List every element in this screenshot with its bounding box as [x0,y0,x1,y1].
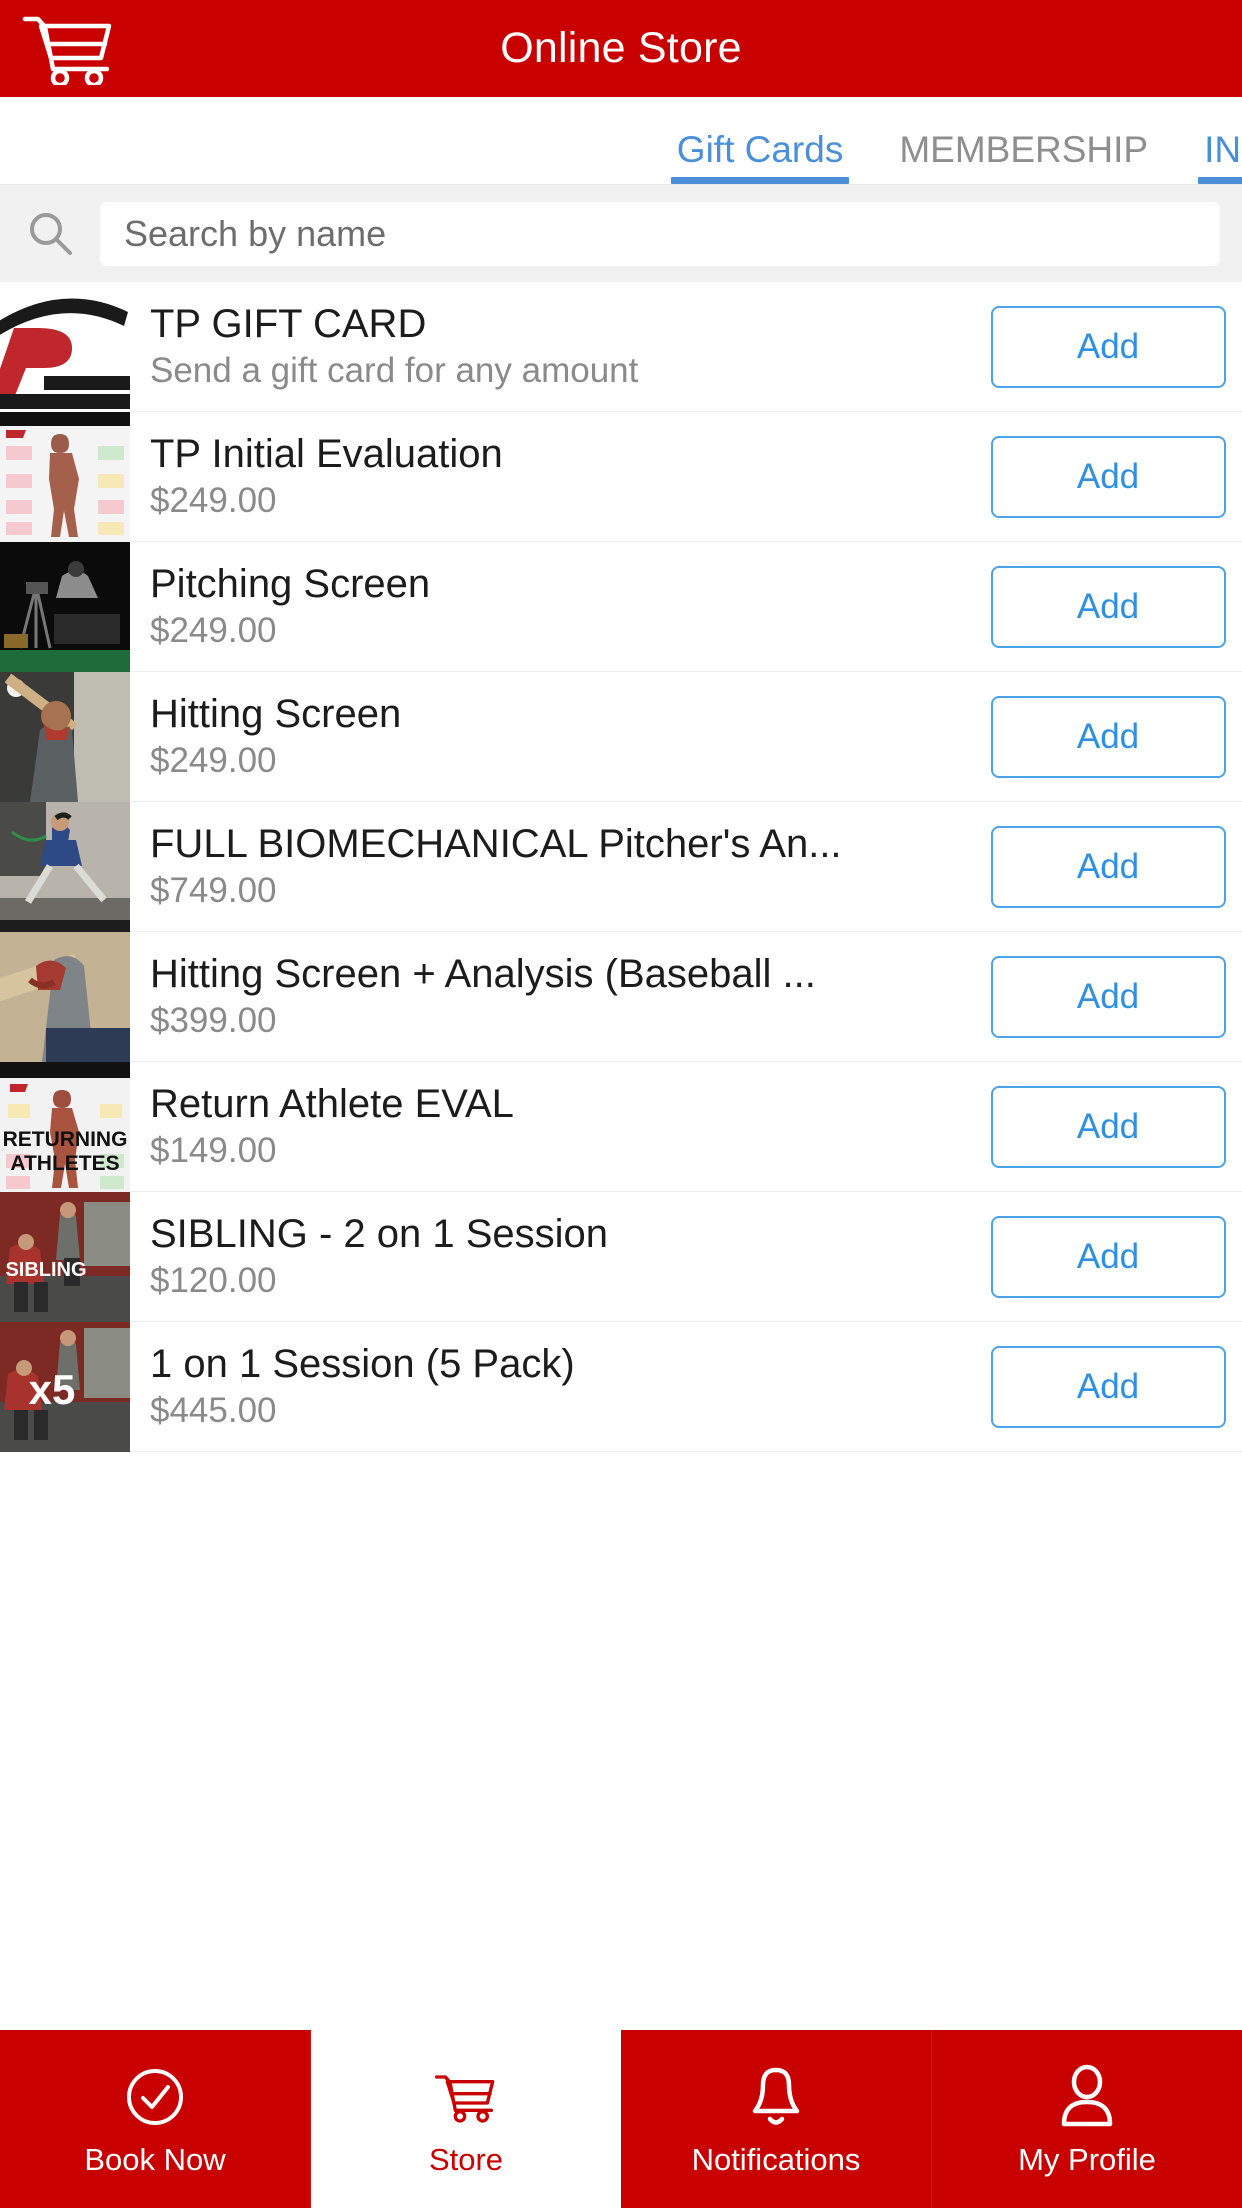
product-action: Add [974,542,1242,671]
nav-item-book-now[interactable]: Book Now [0,2030,311,2208]
product-subtitle: $445.00 [150,1392,277,1430]
cart-button[interactable] [14,12,124,90]
add-button[interactable]: Add [990,825,1226,908]
product-title: Hitting Screen [150,693,402,736]
list-item[interactable]: Pitching Screen $249.00 Add [0,542,1242,672]
product-title: TP Initial Evaluation [150,433,503,476]
add-button[interactable]: Add [990,565,1226,648]
product-info: TP Initial Evaluation $249.00 [130,412,974,541]
product-thumbnail [0,932,130,1062]
shopping-cart-icon [434,2064,498,2130]
product-subtitle: $249.00 [150,742,277,780]
product-title: Return Athlete EVAL [150,1083,514,1126]
product-subtitle: $749.00 [150,872,277,910]
product-info: Return Athlete EVAL $149.00 [130,1062,974,1191]
add-button[interactable]: Add [990,955,1226,1038]
tab-initial[interactable]: INIT [1176,131,1242,184]
product-title: FULL BIOMECHANICAL Pitcher's An... [150,823,842,866]
tab-gift-cards[interactable]: Gift Cards [649,131,872,184]
add-button[interactable]: Add [990,1345,1226,1428]
product-action: Add [974,412,1242,541]
shopping-cart-icon [21,13,117,90]
product-thumbnail: x5 [0,1322,130,1452]
product-subtitle: $399.00 [150,1002,277,1040]
add-button[interactable]: Add [990,305,1226,388]
nav-label-store: Store [428,2141,504,2177]
nav-label-my-profile: My Profile [1018,2141,1156,2177]
tab-active-indicator [670,177,850,184]
product-title: Hitting Screen + Analysis (Baseball ... [150,953,816,996]
list-item[interactable]: x5 1 on 1 Session (5 Pack) $445.00 Add [0,1322,1242,1452]
product-action: Add [974,802,1242,931]
svg-text:ATHLETES: ATHLETES [10,1152,119,1175]
svg-text:SIBLING: SIBLING [5,1259,86,1281]
list-item[interactable]: FULL BIOMECHANICAL Pitcher's An... $749.… [0,802,1242,932]
check-circle-icon [123,2064,187,2130]
product-action: Add [974,932,1242,1061]
tab-partial-indicator [1198,177,1242,184]
search-bar [0,185,1242,282]
list-item[interactable]: Hitting Screen $249.00 Add [0,672,1242,802]
list-item[interactable]: TP GIFT CARD Send a gift card for any am… [0,282,1242,412]
product-info: Pitching Screen $249.00 [130,542,974,671]
product-title: 1 on 1 Session (5 Pack) [150,1343,575,1386]
product-subtitle: $149.00 [150,1132,277,1170]
product-thumbnail [0,282,130,412]
nav-label-notifications: Notifications [691,2141,861,2177]
product-title: Pitching Screen [150,563,431,606]
list-item[interactable]: SIBLING SIBLING - 2 on 1 Session $120.00… [0,1192,1242,1322]
list-item[interactable]: Hitting Screen + Analysis (Baseball ... … [0,932,1242,1062]
product-list[interactable]: TP GIFT CARD Send a gift card for any am… [0,282,1242,2208]
svg-text:RETURNING: RETURNING [3,1128,128,1151]
list-item[interactable]: TP Initial Evaluation $249.00 Add [0,412,1242,542]
product-action: Add [974,672,1242,801]
product-thumbnail: SIBLING [0,1192,130,1322]
search-input[interactable] [100,201,1220,266]
add-button[interactable]: Add [990,1085,1226,1168]
product-action: Add [974,1192,1242,1321]
product-action: Add [974,1062,1242,1191]
product-action: Add [974,1322,1242,1451]
product-title: TP GIFT CARD [150,303,427,346]
add-button[interactable]: Add [990,1215,1226,1298]
product-info: FULL BIOMECHANICAL Pitcher's An... $749.… [130,802,974,931]
bottom-navigation: Book Now Store Notifications My Profile [0,2030,1242,2208]
product-thumbnail [0,802,130,932]
nav-label-book-now: Book Now [84,2141,226,2177]
tab-membership-label: MEMBERSHIP [899,129,1149,170]
product-thumbnail [0,412,130,542]
add-button[interactable]: Add [990,435,1226,518]
product-thumbnail: RETURNING ATHLETES [0,1062,130,1192]
product-thumbnail [0,542,130,672]
nav-item-store[interactable]: Store [311,2030,621,2208]
category-tabbar[interactable]: Gift Cards MEMBERSHIP INIT [0,97,1242,185]
product-info: Hitting Screen $249.00 [130,672,974,801]
search-icon [0,208,100,260]
product-action: Add [974,282,1242,411]
product-info: 1 on 1 Session (5 Pack) $445.00 [130,1322,974,1451]
tab-gift-cards-label: Gift Cards [676,129,844,170]
list-item[interactable]: RETURNING ATHLETES Return Athlete EVAL $… [0,1062,1242,1192]
product-title: SIBLING - 2 on 1 Session [150,1213,609,1256]
product-thumbnail [0,672,130,802]
person-icon [1057,2064,1117,2130]
add-button[interactable]: Add [990,695,1226,778]
tab-membership[interactable]: MEMBERSHIP [871,131,1176,184]
page-title: Online Store [500,24,742,72]
tab-initial-label: INIT [1204,129,1242,170]
product-subtitle: $249.00 [150,612,277,650]
tab-inactive-indicator [893,177,1154,184]
bell-icon [746,2064,806,2130]
nav-item-notifications[interactable]: Notifications [621,2030,932,2208]
product-info: TP GIFT CARD Send a gift card for any am… [130,282,974,411]
product-subtitle: $249.00 [150,482,277,520]
svg-text:x5: x5 [29,1366,76,1413]
product-info: SIBLING - 2 on 1 Session $120.00 [130,1192,974,1321]
product-subtitle: $120.00 [150,1262,277,1300]
product-subtitle: Send a gift card for any amount [150,352,639,390]
nav-item-my-profile[interactable]: My Profile [932,2030,1242,2208]
product-info: Hitting Screen + Analysis (Baseball ... … [130,932,974,1061]
app-header: Online Store [0,0,1242,97]
